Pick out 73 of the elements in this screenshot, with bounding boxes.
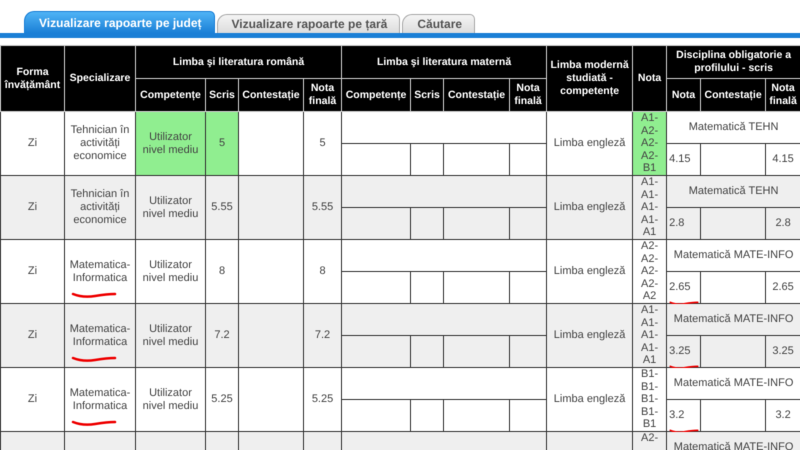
table-cell: Matematică TEHN [688,185,778,198]
table-cell: 8 [218,265,226,278]
table-cell-text: Utilizator nivel mediu [142,194,200,220]
column-header: Nota finală [766,78,800,112]
table-cell-text: B1-B1-B1-B1-B1 [640,368,660,431]
table-cell-text: A2-A2-A2-A2-A2 [640,240,660,303]
table-cell: 2.65 [772,281,794,294]
table-cell-text: Utilizator nivel mediu [142,322,200,348]
table-cell: Limba engleză [554,393,626,406]
table-cell: 8 [319,265,326,278]
table-cell: Zi [28,137,38,150]
table-cell: 5 [319,137,326,150]
column-header: Nota finală [510,78,547,112]
table-cell: 5.25 [312,393,334,406]
table-cell: 2.65 [669,281,690,294]
table-cell: Zi [28,329,38,342]
table-cell: 4.15 [772,153,794,166]
column-header: Scris [206,78,238,112]
column-header: Limba şi literatura maternă [342,46,547,78]
column-header: Nota [666,78,701,112]
table-cell: 7.2 [214,329,230,342]
column-header: Limba şi literatura română [136,46,342,78]
tab[interactable]: Vizualizare rapoarte pe țară [216,14,400,33]
column-header: Nota [632,46,667,112]
table-cell: 3.2 [669,409,684,422]
table-cell: 5.55 [211,201,233,214]
table-cell: Limba engleză [554,329,626,342]
table-cell: Matematică MATE-INFO [674,249,794,262]
table-cell: 3.2 [775,409,791,422]
column-header: Competențe [342,78,411,112]
table-cell: Matematică TEHN [688,121,778,134]
table-cell-text: Tehnician în activități economice [70,124,130,163]
table-cell-text: A1-A2-A2-A2-B1 [640,112,660,175]
table-cell-text: Utilizator nivel mediu [142,130,200,156]
table-cell: Zi [28,201,38,214]
table-cell: Matematică MATE-INFO [674,377,794,390]
column-header: Disciplina obligatorie a profilului - scris [666,46,800,78]
table-cell-text: Tehnician în activități economice [70,188,130,227]
table-cell-text: Matematica-Informatica [68,386,132,412]
table-cell: Matematică MATE-INFO [674,441,794,450]
table-cell-text: Matematica-Informatica [68,258,132,284]
table-cell: Zi [28,265,38,278]
column-header: Forma învățământ [0,46,64,112]
table-cell: 5 [218,137,226,150]
column-header: Nota finală [304,78,342,112]
table-cell: Zi [28,393,38,406]
table-cell: Limba engleză [554,201,626,214]
table-cell: 7.2 [314,329,330,342]
column-header: Contestație [444,78,510,112]
column-header: Contestație [700,78,766,112]
column-header: Contestație [238,78,304,112]
table-cell: 5.25 [211,393,233,406]
table-cell: 2.8 [775,217,791,230]
table-cell: 5.55 [312,201,334,214]
column-header: Scris [410,78,444,112]
table-cell-text: Utilizator nivel mediu [142,386,200,412]
table-cell: 3.25 [669,345,690,358]
tab[interactable]: Căutare [402,14,476,33]
table-cell-text: A1-A1-A1-A1-A1 [640,304,660,367]
column-header: Specializare [64,46,136,112]
column-header: Competențe [136,78,206,112]
table-cell: 2.8 [669,217,684,230]
table-cell: Matematică MATE-INFO [674,313,794,326]
table-cell: Limba engleză [554,137,626,150]
table-cell-text: Matematica-Informatica [68,322,132,348]
table-cell-text: A2- [640,432,660,445]
table-cell: Limba engleză [554,265,626,278]
table-cell: 4.15 [669,153,690,166]
table-cell: 3.25 [772,345,794,358]
table-cell-text: Utilizator nivel mediu [142,258,200,284]
column-header: Limba modernă studiată - competențe [546,46,633,112]
table-cell-text: A1-A1-A1-A1-A1 [640,176,660,239]
tab[interactable]: Vizualizare rapoarte pe județ [24,11,214,33]
